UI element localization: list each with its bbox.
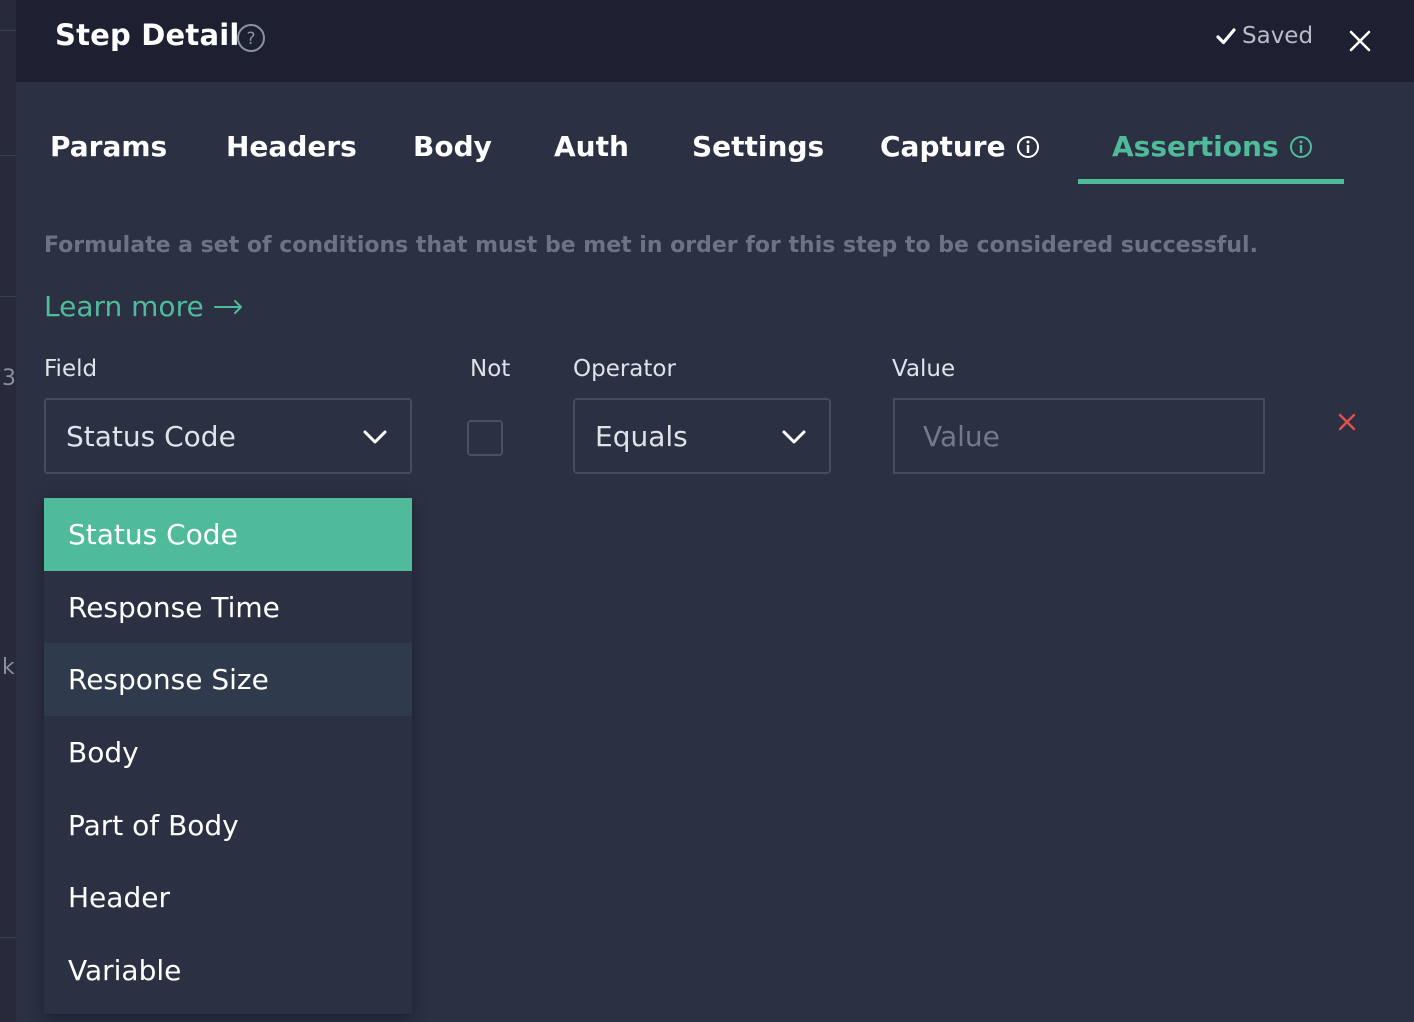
field-select-value: Status Code <box>66 420 236 453</box>
operator-label: Operator <box>573 356 676 382</box>
tab-capture[interactable]: Capture <box>880 130 1040 163</box>
assertions-description: Formulate a set of conditions that must … <box>44 233 1258 258</box>
tab-label: Capture <box>880 130 1006 163</box>
option-label: Variable <box>68 954 182 987</box>
step-detail-panel: Step Detail ? Saved Params Headers Body … <box>16 0 1414 1022</box>
background-divider <box>0 937 16 938</box>
tab-settings[interactable]: Settings <box>692 130 824 163</box>
tab-label: Headers <box>226 130 357 163</box>
remove-assertion-icon[interactable] <box>1338 413 1356 431</box>
tab-auth[interactable]: Auth <box>554 130 629 163</box>
background-divider <box>0 155 16 156</box>
field-option-header[interactable]: Header <box>44 861 412 934</box>
background-divider <box>0 296 16 297</box>
saved-label: Saved <box>1242 23 1314 49</box>
tab-label: Auth <box>554 130 629 163</box>
arrow-right-icon <box>213 299 242 314</box>
tab-label: Params <box>50 130 168 163</box>
tab-params[interactable]: Params <box>50 130 167 163</box>
field-option-response-size[interactable]: Response Size <box>44 643 412 716</box>
tab-headers[interactable]: Headers <box>226 130 357 163</box>
field-option-response-time[interactable]: Response Time <box>44 571 412 644</box>
field-option-part-of-body[interactable]: Part of Body <box>44 789 412 862</box>
not-checkbox[interactable] <box>467 420 503 456</box>
checkmark-icon <box>1216 28 1236 45</box>
field-dropdown-menu: Status Code Response Time Response Size … <box>44 498 412 1014</box>
active-tab-indicator <box>1078 179 1344 184</box>
chevron-down-icon <box>782 430 806 444</box>
tab-body[interactable]: Body <box>413 130 492 163</box>
field-select[interactable]: Status Code <box>44 398 412 474</box>
value-label: Value <box>892 356 956 382</box>
option-label: Status Code <box>68 518 238 551</box>
page-title: Step Detail <box>55 18 240 52</box>
tab-label: Assertions <box>1112 130 1279 163</box>
option-label: Response Size <box>68 663 269 696</box>
not-label: Not <box>470 356 511 382</box>
field-option-status-code[interactable]: Status Code <box>44 498 412 571</box>
info-icon <box>1289 135 1312 158</box>
learn-more-link[interactable]: Learn more <box>44 290 244 323</box>
background-glyph: 3 <box>2 366 16 391</box>
option-label: Body <box>68 736 139 769</box>
background-divider <box>0 30 16 31</box>
background-glyph: k <box>2 655 15 680</box>
page: 3 k Step Detail ? Saved Params Headers B… <box>0 0 1414 1022</box>
background-app-edge: 3 k <box>0 0 16 1022</box>
tab-bar: Params Headers Body Auth Settings Captur… <box>16 110 1414 190</box>
value-input[interactable] <box>893 398 1265 474</box>
option-label: Response Time <box>68 591 280 624</box>
learn-more-label: Learn more <box>44 290 204 323</box>
tab-label: Settings <box>692 130 825 163</box>
tab-label: Body <box>413 130 492 163</box>
info-icon <box>1016 135 1039 158</box>
close-icon[interactable] <box>1348 29 1372 53</box>
svg-text:?: ? <box>246 29 255 49</box>
field-option-body[interactable]: Body <box>44 716 412 789</box>
option-label: Part of Body <box>68 809 239 842</box>
operator-select-value: Equals <box>595 420 688 453</box>
option-label: Header <box>68 881 170 914</box>
tab-assertions[interactable]: Assertions <box>1112 130 1313 163</box>
panel-header: Step Detail ? Saved <box>16 0 1414 82</box>
operator-select[interactable]: Equals <box>573 398 831 474</box>
field-option-variable[interactable]: Variable <box>44 934 412 1007</box>
saved-status: Saved <box>1216 23 1313 49</box>
field-label: Field <box>44 356 98 382</box>
chevron-down-icon <box>363 430 387 444</box>
help-circle-icon[interactable]: ? <box>236 23 266 53</box>
